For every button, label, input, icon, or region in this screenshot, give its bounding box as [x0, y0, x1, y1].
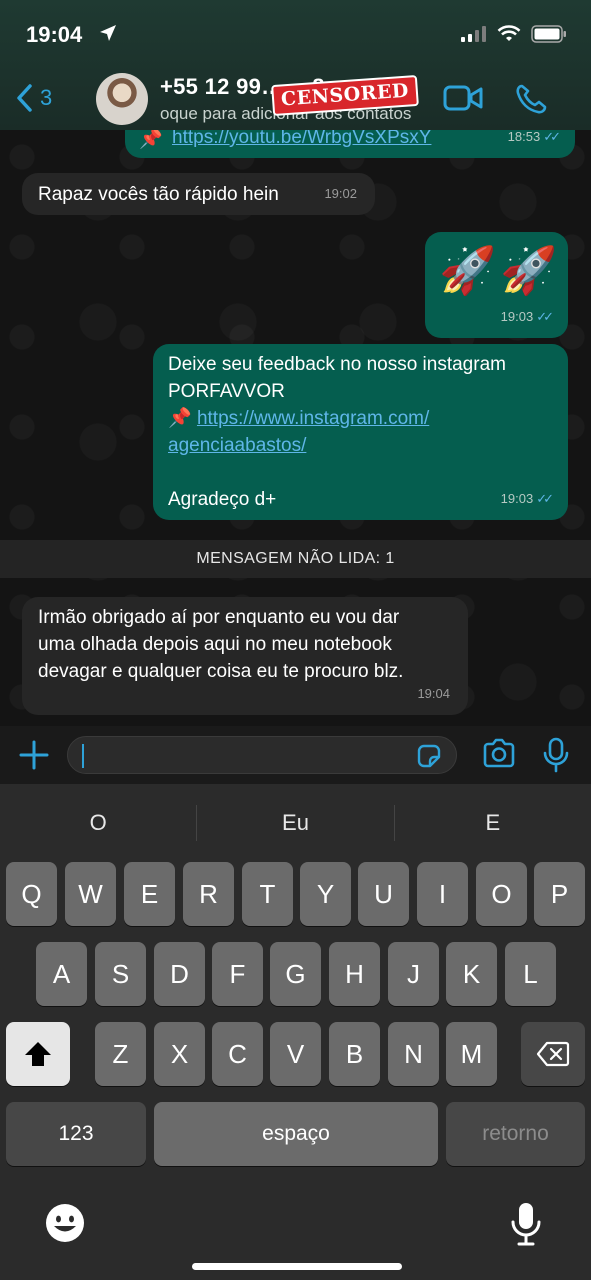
keyboard: O Eu E Q W E R T Y U I O P A S D F G H J…	[0, 784, 591, 1280]
shift-icon	[25, 1042, 51, 1066]
status-icons	[461, 25, 567, 43]
key[interactable]: T	[242, 862, 293, 926]
key[interactable]: I	[417, 862, 468, 926]
message-input[interactable]	[67, 736, 457, 774]
key[interactable]: L	[505, 942, 556, 1006]
video-call-icon[interactable]	[443, 84, 483, 112]
suggestion-item[interactable]: Eu	[197, 810, 393, 836]
pin-icon: 📌	[139, 130, 163, 150]
read-ticks-icon: ✓✓	[536, 309, 554, 324]
shift-key[interactable]	[6, 1022, 70, 1086]
message-time: 19:02	[324, 186, 357, 201]
key[interactable]: N	[388, 1022, 439, 1086]
emoji-icon[interactable]	[44, 1202, 86, 1244]
message-link[interactable]: https://www.instagram.com/	[197, 408, 429, 429]
message-text: Deixe seu feedback no nosso instagram	[168, 354, 506, 375]
key[interactable]: E	[124, 862, 175, 926]
camera-icon[interactable]	[482, 738, 516, 768]
key[interactable]: Y	[300, 862, 351, 926]
home-indicator[interactable]	[192, 1263, 402, 1270]
key[interactable]: Q	[6, 862, 57, 926]
contact-avatar[interactable]	[96, 73, 148, 125]
message-text: uma olhada depois aqui no meu notebook	[38, 634, 392, 655]
message-bubble-in[interactable]: Irmão obrigado aí por enquanto eu vou da…	[22, 597, 468, 715]
message-meta: 19:03 ✓✓	[500, 485, 554, 512]
backspace-icon	[536, 1041, 570, 1067]
message-bubble-out[interactable]: Deixe seu feedback no nosso instagram PO…	[153, 344, 568, 520]
key[interactable]: H	[329, 942, 380, 1006]
numbers-key[interactable]: 123	[6, 1102, 146, 1166]
space-key[interactable]: espaço	[154, 1102, 438, 1166]
key[interactable]: S	[95, 942, 146, 1006]
suggestion-item[interactable]: O	[0, 810, 196, 836]
chat-header: 19:04 3 +55 12 99… …8 oque para adiciona…	[0, 0, 591, 130]
sticker-icon[interactable]	[416, 743, 442, 769]
key[interactable]: O	[476, 862, 527, 926]
location-arrow-icon	[100, 25, 116, 41]
message-meta: 19:03 ✓✓	[500, 303, 554, 330]
back-button[interactable]: 3	[16, 84, 52, 112]
key[interactable]: C	[212, 1022, 263, 1086]
key[interactable]: Z	[95, 1022, 146, 1086]
read-ticks-icon: ✓✓	[536, 491, 554, 506]
message-bubble-out[interactable]: 🚀🚀 19:03 ✓✓	[425, 232, 568, 338]
signal-icon	[461, 26, 486, 42]
wifi-icon	[497, 25, 521, 41]
suggestion-item[interactable]: E	[395, 810, 591, 836]
compose-bar	[0, 726, 591, 784]
plus-icon[interactable]	[18, 739, 50, 771]
key[interactable]: P	[534, 862, 585, 926]
text-caret	[82, 744, 84, 768]
key[interactable]: A	[36, 942, 87, 1006]
key[interactable]: V	[270, 1022, 321, 1086]
message-link[interactable]: https://youtu.be/WrbgVsXPsxY	[172, 130, 431, 151]
pin-icon: 📌	[168, 408, 192, 429]
unread-chats-count: 3	[40, 85, 53, 110]
message-link[interactable]: agenciaabastos/	[168, 435, 306, 456]
message-meta: 19:04	[417, 680, 450, 707]
key[interactable]: J	[388, 942, 439, 1006]
key[interactable]: B	[329, 1022, 380, 1086]
microphone-icon[interactable]	[543, 737, 569, 773]
message-text: Agradeço d+	[168, 489, 277, 510]
message-bubble-in[interactable]: Rapaz vocês tão rápido hein 19:02	[22, 173, 375, 215]
message-time: 19:04	[417, 686, 450, 701]
message-time: 18:53	[507, 130, 541, 144]
message-text: Irmão obrigado aí por enquanto eu vou da…	[38, 607, 400, 628]
key[interactable]: M	[446, 1022, 497, 1086]
key[interactable]: G	[270, 942, 321, 1006]
unread-divider: MENSAGEM NÃO LIDA: 1	[0, 540, 591, 578]
key[interactable]: X	[154, 1022, 205, 1086]
message-meta: 18:53 ✓✓	[507, 130, 561, 150]
key[interactable]: K	[446, 942, 497, 1006]
message-text: Rapaz vocês tão rápido hein	[38, 184, 279, 205]
battery-icon	[531, 25, 566, 43]
key[interactable]: F	[212, 942, 263, 1006]
key[interactable]: R	[183, 862, 234, 926]
phone-call-icon[interactable]	[515, 84, 547, 114]
read-ticks-icon: ✓✓	[543, 130, 561, 144]
message-meta: 19:02	[324, 180, 357, 207]
message-emoji: 🚀🚀	[439, 244, 562, 296]
message-time: 19:03	[500, 309, 534, 324]
message-bubble-out[interactable]: 📌 https://youtu.be/WrbgVsXPsxY 18:53 ✓✓	[125, 130, 575, 158]
message-time: 19:03	[500, 491, 534, 506]
suggestion-bar: O Eu E	[0, 784, 591, 862]
key[interactable]: D	[154, 942, 205, 1006]
return-key[interactable]: retorno	[446, 1102, 585, 1166]
backspace-key[interactable]	[521, 1022, 585, 1086]
key[interactable]: U	[358, 862, 409, 926]
chevron-left-icon	[17, 84, 32, 112]
message-list[interactable]: 📌 https://youtu.be/WrbgVsXPsxY 18:53 ✓✓ …	[0, 130, 591, 726]
dictation-microphone-icon[interactable]	[510, 1202, 542, 1246]
message-text: PORFAVVOR	[168, 381, 285, 402]
key[interactable]: W	[65, 862, 116, 926]
message-text: devagar e qualquer coisa eu te procuro b…	[38, 661, 404, 682]
status-time: 19:04	[26, 22, 83, 47]
